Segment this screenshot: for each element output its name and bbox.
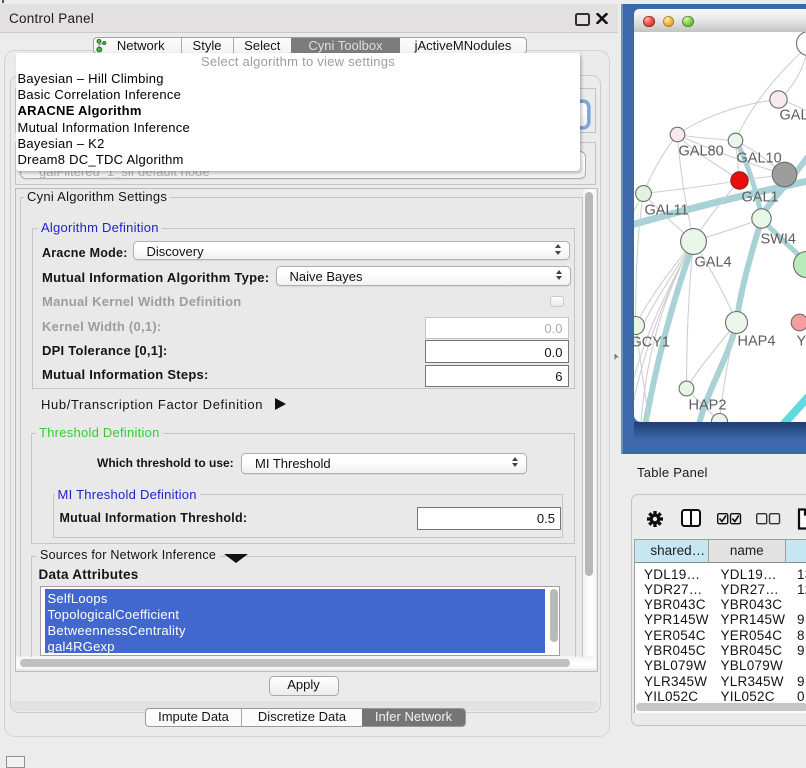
- svg-text:GCY1: GCY1: [634, 334, 670, 350]
- svg-text:GAL2: GAL2: [779, 107, 806, 123]
- svg-text:GAL10: GAL10: [736, 150, 781, 166]
- svg-text:HAP4: HAP4: [737, 333, 775, 349]
- svg-text:SWI4: SWI4: [760, 231, 795, 247]
- svg-text:GAL11: GAL11: [644, 202, 688, 218]
- svg-text:GAL1: GAL1: [741, 189, 778, 205]
- svg-text:HAP2: HAP2: [688, 397, 726, 413]
- svg-text:GAL4: GAL4: [694, 254, 731, 270]
- svg-text:Y: Y: [796, 333, 806, 349]
- svg-text:GAL80: GAL80: [678, 143, 723, 159]
